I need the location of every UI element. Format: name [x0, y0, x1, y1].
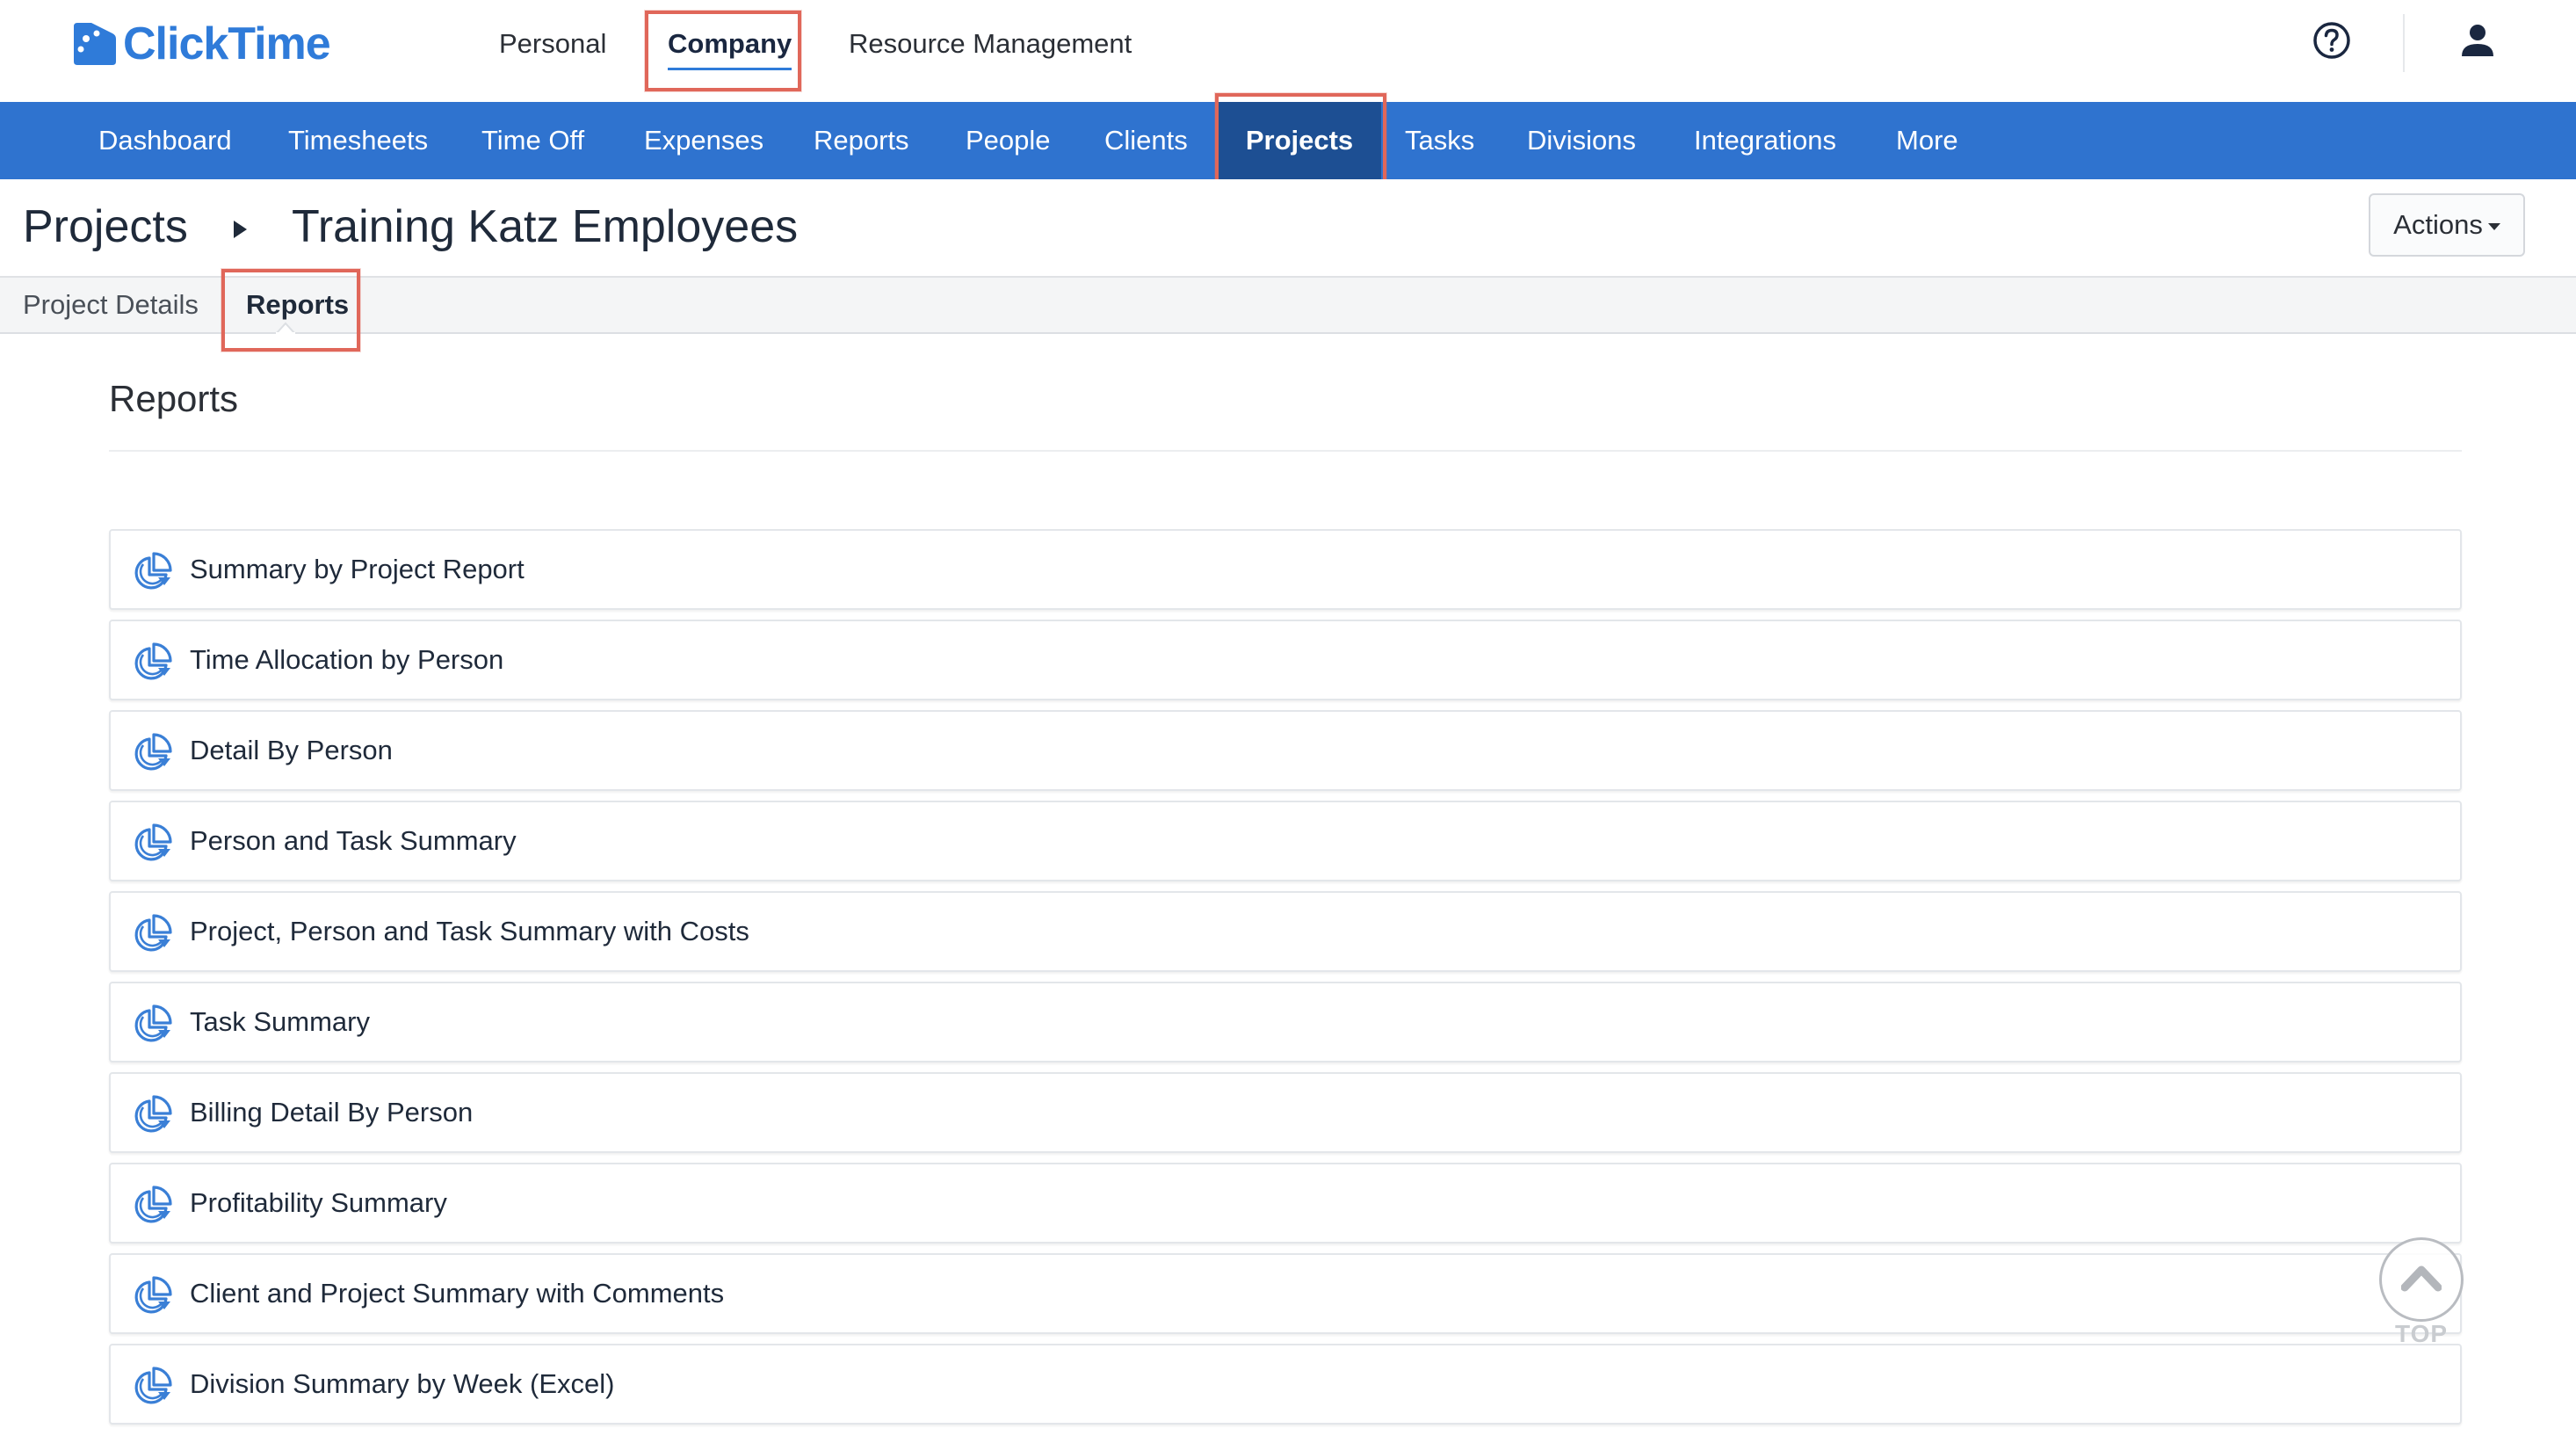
report-item-label: Project, Person and Task Summary with Co…: [190, 916, 749, 946]
section-title: Reports: [109, 378, 239, 419]
pie-chart-icon: [134, 642, 172, 680]
clicktime-logo[interactable]: ClickTime: [69, 16, 331, 72]
top-nav-personal-label: Personal: [499, 28, 607, 59]
report-item-label: Task Summary: [190, 1006, 370, 1037]
report-item-label: Profitability Summary: [190, 1187, 447, 1218]
user-icon[interactable]: [2458, 21, 2497, 60]
tab-project-details[interactable]: Project Details: [23, 278, 199, 332]
main-nav-tasks[interactable]: Tasks: [1405, 102, 1474, 179]
report-item[interactable]: Billing Detail By Person: [109, 1072, 2462, 1153]
main-nav-timesheets[interactable]: Timesheets: [288, 102, 428, 179]
report-item-label: Detail By Person: [190, 735, 393, 765]
main-nav-time-off[interactable]: Time Off: [481, 102, 584, 179]
pie-chart-icon: [134, 733, 172, 771]
main-nav-expenses[interactable]: Expenses: [644, 102, 763, 179]
actions-label: Actions: [2393, 209, 2483, 240]
pie-chart-icon: [134, 914, 172, 952]
pie-chart-icon: [134, 1186, 172, 1223]
report-item-label: Client and Project Summary with Comments: [190, 1278, 725, 1309]
page-title-bar: Projects Training Katz Employees Actions: [0, 179, 2576, 276]
scroll-to-top-button[interactable]: [2379, 1237, 2464, 1322]
report-item-label: Person and Task Summary: [190, 825, 517, 856]
section-divider: [109, 450, 2462, 452]
pie-chart-icon: [134, 823, 172, 861]
report-item[interactable]: Division Summary by Week (Excel): [109, 1344, 2462, 1425]
page-title: Training Katz Employees: [292, 201, 799, 252]
header-divider: [2403, 14, 2405, 72]
report-item-label: Billing Detail By Person: [190, 1097, 474, 1128]
pie-chart-icon: [134, 1095, 172, 1133]
main-nav-more[interactable]: More: [1896, 102, 1958, 179]
scroll-to-top-label: TOP: [2394, 1320, 2449, 1347]
actions-dropdown-button[interactable]: Actions: [2369, 193, 2525, 257]
pie-chart-icon: [134, 1004, 172, 1042]
report-item-label: Time Allocation by Person: [190, 644, 504, 675]
report-item[interactable]: Client and Project Summary with Comments: [109, 1253, 2462, 1334]
main-nav-people[interactable]: People: [966, 102, 1051, 179]
pie-chart-icon: [134, 552, 172, 590]
help-circle-icon[interactable]: [2312, 21, 2351, 60]
main-nav-integrations[interactable]: Integrations: [1694, 102, 1836, 179]
report-item[interactable]: Person and Task Summary: [109, 801, 2462, 881]
top-nav-resource-management[interactable]: Resource Management: [849, 21, 1132, 67]
breadcrumb-projects[interactable]: Projects: [23, 200, 188, 253]
project-sub-tabs: Project Details Reports: [0, 276, 2576, 334]
report-item[interactable]: Time Allocation by Person: [109, 620, 2462, 700]
pie-chart-icon: [134, 1367, 172, 1404]
breadcrumb-arrow-icon: [234, 221, 247, 238]
report-item[interactable]: Summary by Project Report: [109, 529, 2462, 610]
clicktime-logo-icon: [74, 23, 116, 65]
top-header: ClickTime Personal Company Resource Mana…: [0, 0, 2576, 102]
report-item[interactable]: Task Summary: [109, 982, 2462, 1062]
logo-text: ClickTime: [123, 18, 331, 69]
main-nav-divisions[interactable]: Divisions: [1527, 102, 1636, 179]
highlight-box-projects: [1215, 93, 1386, 183]
main-nav-clients[interactable]: Clients: [1104, 102, 1188, 179]
caret-down-icon: [2487, 223, 2500, 230]
report-item[interactable]: Project, Person and Task Summary with Co…: [109, 891, 2462, 972]
chevron-up-icon: [2401, 1265, 2442, 1292]
main-nav-dashboard[interactable]: Dashboard: [98, 102, 232, 179]
report-item-label: Division Summary by Week (Excel): [190, 1368, 615, 1399]
pie-chart-icon: [134, 1276, 172, 1314]
highlight-box-company: [645, 11, 801, 91]
main-nav-reports[interactable]: Reports: [814, 102, 909, 179]
top-nav-personal[interactable]: Personal: [499, 21, 606, 67]
report-item-label: Summary by Project Report: [190, 554, 525, 584]
report-item[interactable]: Detail By Person: [109, 710, 2462, 791]
highlight-box-reports-tab: [221, 269, 360, 352]
top-nav-resource-management-label: Resource Management: [849, 28, 1132, 59]
report-item[interactable]: Profitability Summary: [109, 1163, 2462, 1244]
report-list: Summary by Project Report Time Allocatio…: [109, 529, 2462, 1434]
